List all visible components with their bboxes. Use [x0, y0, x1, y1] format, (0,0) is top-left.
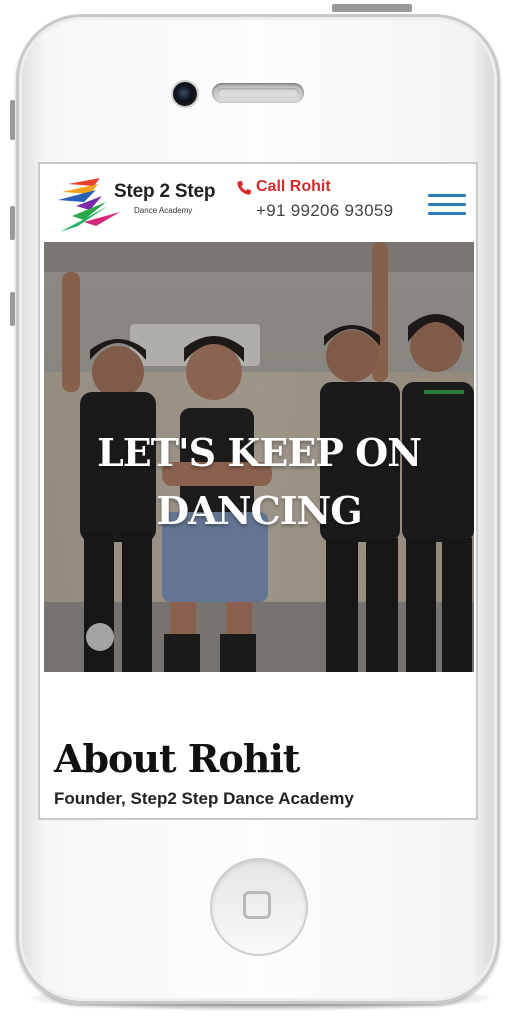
logo-name: Step 2 Step [114, 181, 216, 202]
about-subtitle: Founder, Step2 Step Dance Academy [54, 789, 354, 808]
mute-switch [10, 100, 15, 140]
phone-screen: Step 2 Step Dance Academy Call Rohit +91… [40, 164, 476, 818]
call-number[interactable]: +91 99206 93059 [256, 201, 393, 221]
hero-banner: LET'S KEEP ON DANCING [44, 242, 474, 672]
logo[interactable]: Step 2 Step Dance Academy [54, 176, 234, 234]
hamburger-menu-icon[interactable] [428, 192, 466, 218]
home-square-icon [243, 891, 271, 919]
power-button [332, 4, 412, 12]
earpiece-speaker [212, 83, 304, 103]
home-button[interactable] [210, 858, 308, 956]
call-label: Call Rohit [256, 178, 331, 195]
phone-icon [237, 181, 251, 195]
about-title: About Rohit [54, 736, 300, 781]
site-header: Step 2 Step Dance Academy Call Rohit +91… [40, 164, 476, 242]
volume-up-button [10, 206, 15, 240]
volume-down-button [10, 292, 15, 326]
logo-tagline: Dance Academy [134, 206, 193, 215]
hero-title: LET'S KEEP ON DANCING [97, 430, 422, 533]
call-link[interactable]: Call Rohit +91 99206 93059 [236, 178, 426, 228]
front-camera [173, 82, 197, 106]
